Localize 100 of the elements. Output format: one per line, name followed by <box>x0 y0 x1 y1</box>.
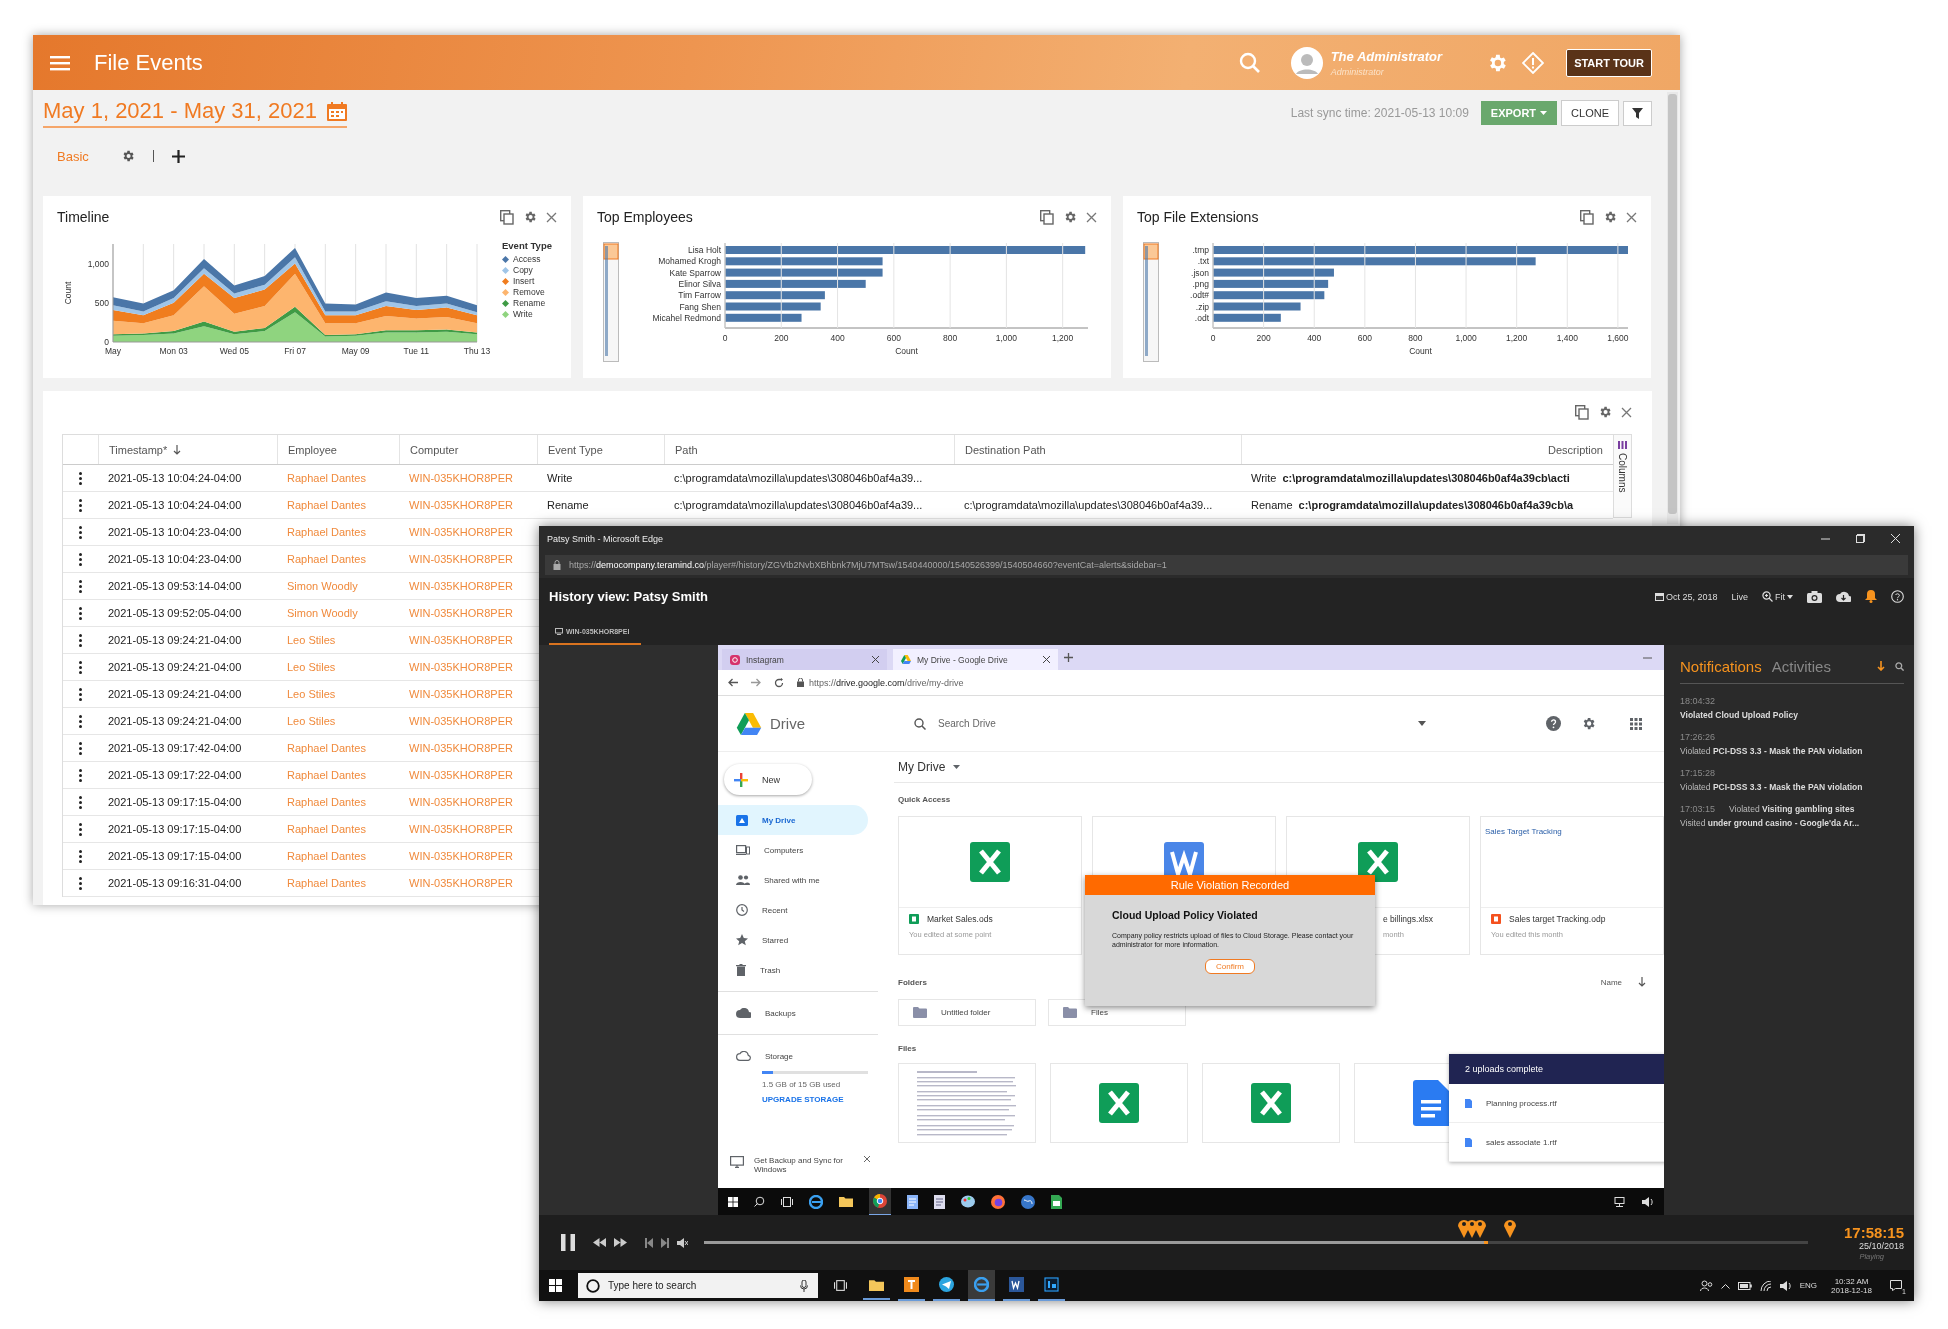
fox-browser-icon[interactable] <box>991 1194 1005 1209</box>
notification-text[interactable]: Violated PCI-DSS 3.3 - Mask the PAN violation <box>1680 782 1904 792</box>
caret-icon[interactable] <box>1418 720 1426 726</box>
close-icon[interactable] <box>864 1156 870 1162</box>
copy-icon[interactable] <box>500 209 514 225</box>
settings-icon[interactable] <box>1581 716 1596 731</box>
timeline-track[interactable] <box>704 1241 1808 1244</box>
image-editor-icon[interactable] <box>1044 1277 1059 1292</box>
speaker-icon[interactable] <box>1779 1280 1792 1291</box>
clock-date[interactable]: 2018-12-18 <box>1831 1285 1872 1295</box>
file-thumbnail[interactable] <box>898 1063 1036 1143</box>
more-icon[interactable] <box>79 714 82 728</box>
column-header[interactable]: Employee <box>277 435 399 464</box>
more-icon[interactable] <box>79 471 82 485</box>
panel-tab[interactable]: Activities <box>1771 657 1831 675</box>
notification-text[interactable]: Violated PCI-DSS 3.3 - Mask the PAN violation <box>1680 746 1904 756</box>
storage-item[interactable]: Storage <box>718 1041 868 1071</box>
language-indicator[interactable]: ENG <box>1799 1281 1818 1290</box>
paper-plane-icon[interactable] <box>939 1277 954 1292</box>
notification-text[interactable]: Violated Visiting gambling sites <box>1729 804 1855 814</box>
more-icon[interactable] <box>79 768 82 782</box>
skip-forward-icon[interactable] <box>661 1237 669 1248</box>
file-thumbnail[interactable] <box>1202 1063 1340 1143</box>
nav-item[interactable]: My Drive <box>718 805 868 835</box>
settings-icon[interactable] <box>1063 210 1077 224</box>
wifi-icon[interactable] <box>1759 1280 1772 1291</box>
copy-icon[interactable] <box>1575 404 1589 420</box>
date-picker[interactable]: Oct 25, 2018 <box>1654 591 1718 602</box>
settings-icon[interactable] <box>1603 210 1617 224</box>
location-menu[interactable]: My Drive <box>898 760 1664 774</box>
people-icon[interactable] <box>1699 1279 1713 1292</box>
add-icon[interactable] <box>171 149 185 163</box>
nav-item[interactable]: Computers <box>718 835 868 865</box>
chevron-up-icon[interactable] <box>1720 1282 1730 1289</box>
minimap-drawing[interactable] <box>1143 242 1159 362</box>
columns-tab[interactable]: Columns <box>1613 434 1632 518</box>
scrollbar[interactable] <box>1667 92 1678 524</box>
task-view-icon[interactable] <box>834 1280 847 1291</box>
help-icon[interactable] <box>1546 716 1561 731</box>
nav-item[interactable]: Shared with me <box>718 865 868 895</box>
task-view-icon[interactable] <box>781 1196 793 1207</box>
drive-logo[interactable]: Drive <box>736 712 886 735</box>
close-icon[interactable] <box>872 656 879 663</box>
menu-icon[interactable] <box>50 54 70 71</box>
clock-time[interactable]: 10:32 AM <box>1834 1276 1869 1286</box>
file-thumbnail[interactable] <box>1050 1063 1188 1143</box>
column-header[interactable]: Timestamp* <box>98 435 277 464</box>
more-icon[interactable] <box>79 660 82 674</box>
network-icon[interactable] <box>1614 1196 1626 1207</box>
column-header[interactable]: Destination Path <box>954 435 1241 464</box>
arrow-down-icon[interactable] <box>1877 661 1885 671</box>
more-icon[interactable] <box>79 876 82 890</box>
more-icon[interactable] <box>79 552 82 566</box>
upgrade-storage-link[interactable]: UPGRADE STORAGE <box>762 1095 878 1104</box>
new-button[interactable]: New <box>724 764 812 795</box>
browser-tab[interactable]: Instagram <box>722 649 887 670</box>
address-bar[interactable]: https://drive.google.com/drive/my-drive <box>809 677 964 688</box>
reload-icon[interactable] <box>774 677 784 688</box>
more-icon[interactable] <box>79 579 82 593</box>
nav-item[interactable]: Starred <box>718 925 868 955</box>
bell-icon[interactable] <box>1865 590 1877 603</box>
search-field[interactable]: Search Drive <box>906 707 1146 740</box>
more-icon[interactable] <box>79 741 82 755</box>
mute-icon[interactable] <box>677 1237 688 1248</box>
word-document-icon[interactable] <box>1009 1277 1024 1292</box>
cloud-download-icon[interactable] <box>1836 591 1851 602</box>
sort-arrow-icon[interactable] <box>1638 977 1646 987</box>
copy-icon[interactable] <box>1580 209 1594 225</box>
filter-button[interactable] <box>1623 100 1652 126</box>
battery-icon[interactable] <box>1737 1281 1752 1290</box>
notepad-icon[interactable] <box>934 1194 945 1209</box>
file-thumbnail[interactable] <box>1354 1063 1449 1143</box>
clone-button[interactable]: CLONE <box>1561 100 1619 126</box>
search-icon[interactable] <box>1895 661 1904 671</box>
notepad-icon[interactable] <box>907 1194 918 1209</box>
letter-tile-icon[interactable] <box>904 1277 919 1292</box>
browser-e-icon[interactable] <box>809 1194 823 1209</box>
maximize-icon[interactable] <box>1856 534 1865 543</box>
nav-item[interactable]: Backups <box>718 998 868 1028</box>
more-icon[interactable] <box>79 606 82 620</box>
browser-tab[interactable]: My Drive - Google Drive <box>893 649 1058 670</box>
new-tab-icon[interactable] <box>1064 653 1073 662</box>
minimap-drawing[interactable] <box>603 242 619 362</box>
rewind-icon[interactable] <box>593 1238 606 1247</box>
column-header[interactable]: Computer <box>399 435 537 464</box>
more-icon[interactable] <box>79 822 82 836</box>
apps-grid-icon[interactable] <box>1630 717 1642 730</box>
microphone-icon[interactable] <box>800 1279 808 1292</box>
more-icon[interactable] <box>79 687 82 701</box>
round-browser-icon[interactable] <box>873 1193 887 1208</box>
windows-logo-icon[interactable] <box>549 1279 562 1292</box>
nav-item[interactable]: Recent <box>718 895 868 925</box>
search-field[interactable]: Type here to search <box>578 1273 818 1298</box>
camera-icon[interactable] <box>1807 590 1822 603</box>
backup-promo-text[interactable]: Get Backup and Sync for Windows <box>754 1156 854 1174</box>
column-header[interactable]: Event Type <box>537 435 664 464</box>
search-icon[interactable] <box>754 1196 765 1207</box>
start-tour-button[interactable]: START TOUR <box>1566 48 1652 77</box>
more-icon[interactable] <box>79 633 82 647</box>
notification-text[interactable]: Violated Cloud Upload Policy <box>1680 710 1904 720</box>
